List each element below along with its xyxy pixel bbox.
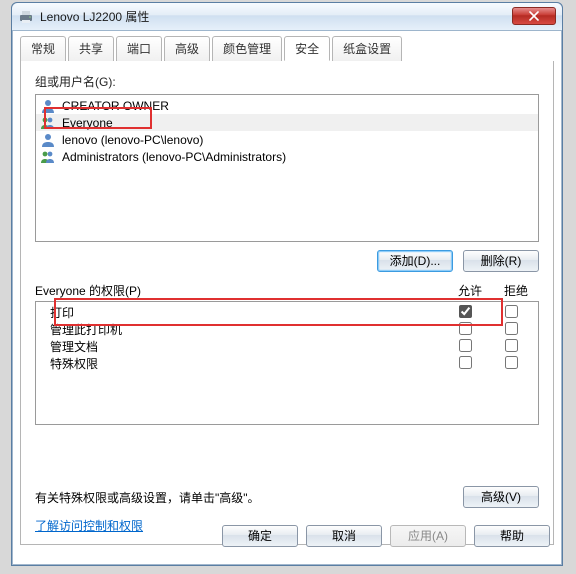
permission-name: 打印 — [40, 304, 442, 321]
window-title: Lenovo LJ2200 属性 — [40, 8, 149, 25]
help-button[interactable]: 帮助 — [474, 525, 550, 547]
apply-button: 应用(A) — [390, 525, 466, 547]
allow-checkbox[interactable] — [459, 322, 472, 335]
ok-button[interactable]: 确定 — [222, 525, 298, 547]
deny-checkbox[interactable] — [505, 339, 518, 352]
deny-checkbox[interactable] — [505, 305, 518, 318]
dialog-body: 常规共享端口高级颜色管理安全纸盒设置 组或用户名(G): CREATOR OWN… — [12, 31, 562, 553]
group-name: lenovo (lenovo-PC\lenovo) — [62, 133, 203, 147]
group-row[interactable]: Everyone — [36, 114, 538, 131]
allow-checkbox[interactable] — [459, 356, 472, 369]
tab-6[interactable]: 纸盒设置 — [332, 36, 402, 61]
security-tab-page: 组或用户名(G): CREATOR OWNER Everyone lenovo (l… — [20, 61, 554, 545]
user-icon — [40, 132, 56, 148]
properties-dialog: Lenovo LJ2200 属性 常规共享端口高级颜色管理安全纸盒设置 组或用户… — [11, 2, 563, 566]
titlebar[interactable]: Lenovo LJ2200 属性 — [12, 3, 562, 31]
group-icon — [40, 115, 56, 131]
group-name: Everyone — [62, 116, 113, 130]
tab-0[interactable]: 常规 — [20, 36, 66, 61]
group-name: Administrators (lenovo-PC\Administrators… — [62, 150, 286, 164]
remove-button[interactable]: 删除(R) — [463, 250, 539, 272]
permission-row: 特殊权限 — [36, 355, 538, 372]
permissions-listbox: 打印管理此打印机管理文档特殊权限 — [35, 301, 539, 425]
close-button[interactable] — [512, 7, 556, 25]
allow-column-header: 允许 — [447, 282, 493, 299]
deny-checkbox[interactable] — [505, 356, 518, 369]
tab-5[interactable]: 安全 — [284, 36, 330, 61]
deny-column-header: 拒绝 — [493, 282, 539, 299]
group-row[interactable]: CREATOR OWNER — [36, 97, 538, 114]
advanced-text: 有关特殊权限或高级设置，请单击"高级"。 — [35, 489, 260, 506]
groups-listbox[interactable]: CREATOR OWNER Everyone lenovo (lenovo-PC\l… — [35, 94, 539, 242]
group-icon — [40, 149, 56, 165]
tab-3[interactable]: 高级 — [164, 36, 210, 61]
group-row[interactable]: Administrators (lenovo-PC\Administrators… — [36, 148, 538, 165]
permission-name: 特殊权限 — [40, 355, 442, 372]
permission-row: 打印 — [36, 304, 538, 321]
permissions-header: Everyone 的权限(P) 允许 拒绝 — [35, 282, 539, 299]
deny-checkbox[interactable] — [505, 322, 518, 335]
cancel-button[interactable]: 取消 — [306, 525, 382, 547]
allow-checkbox[interactable] — [459, 305, 472, 318]
add-button[interactable]: 添加(D)... — [377, 250, 453, 272]
tab-1[interactable]: 共享 — [68, 36, 114, 61]
groups-label: 组或用户名(G): — [35, 73, 539, 90]
allow-checkbox[interactable] — [459, 339, 472, 352]
permission-name: 管理此打印机 — [40, 321, 442, 338]
permission-row: 管理此打印机 — [36, 321, 538, 338]
permissions-label: Everyone 的权限(P) — [35, 282, 447, 299]
learn-link[interactable]: 了解访问控制和权限 — [35, 517, 143, 534]
tab-4[interactable]: 颜色管理 — [212, 36, 282, 61]
user-icon — [40, 98, 56, 114]
tab-bar: 常规共享端口高级颜色管理安全纸盒设置 — [20, 36, 554, 62]
dialog-buttons: 确定 取消 应用(A) 帮助 — [222, 525, 550, 547]
group-name: CREATOR OWNER — [62, 99, 169, 113]
printer-icon — [18, 9, 34, 25]
advanced-button[interactable]: 高级(V) — [463, 486, 539, 508]
permission-name: 管理文档 — [40, 338, 442, 355]
close-icon — [529, 11, 539, 21]
group-row[interactable]: lenovo (lenovo-PC\lenovo) — [36, 131, 538, 148]
permission-row: 管理文档 — [36, 338, 538, 355]
tab-2[interactable]: 端口 — [116, 36, 162, 61]
